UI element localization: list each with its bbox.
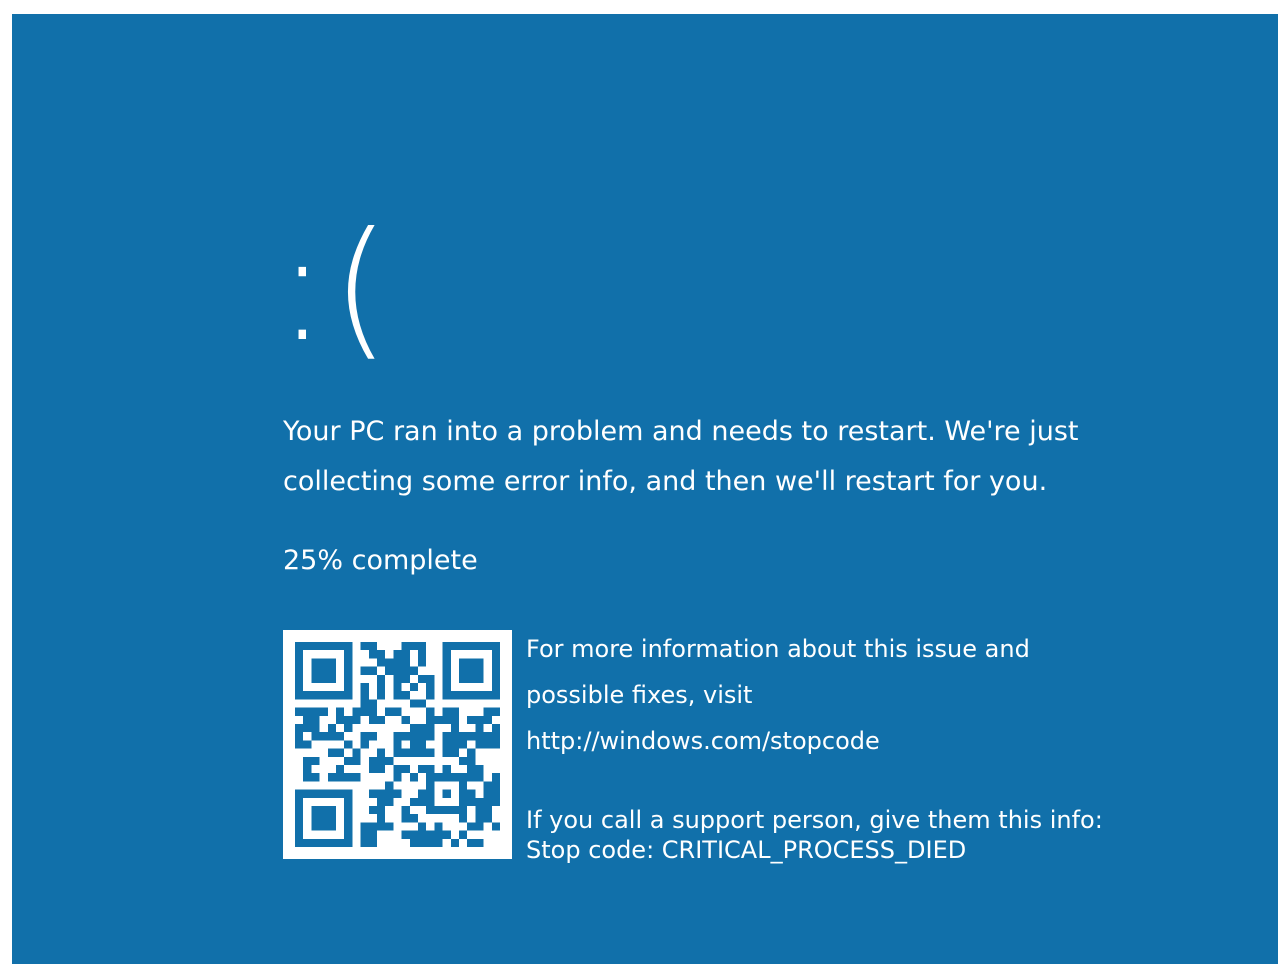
- stopcode-link[interactable]: http://windows.com/stopcode: [526, 727, 880, 755]
- bsod-screen: :( Your PC ran into a problem and needs …: [12, 14, 1278, 964]
- progress-text: 25% complete: [283, 545, 478, 576]
- info-text-line-1: For more information about this issue an…: [526, 635, 1030, 663]
- stop-code-label: Stop code:: [526, 836, 655, 864]
- stop-code-line: Stop code: CRITICAL_PROCESS_DIED: [526, 836, 966, 864]
- qr-code-graphic: [295, 642, 500, 847]
- sad-face-emoticon: :(: [277, 201, 395, 375]
- error-message: Your PC ran into a problem and needs to …: [283, 416, 1079, 497]
- info-text-line-2: possible fixes, visit: [526, 681, 753, 709]
- stop-code-value: CRITICAL_PROCESS_DIED: [661, 836, 967, 864]
- support-info-text: If you call a support person, give them …: [526, 806, 1103, 834]
- qr-code-icon: [283, 630, 512, 859]
